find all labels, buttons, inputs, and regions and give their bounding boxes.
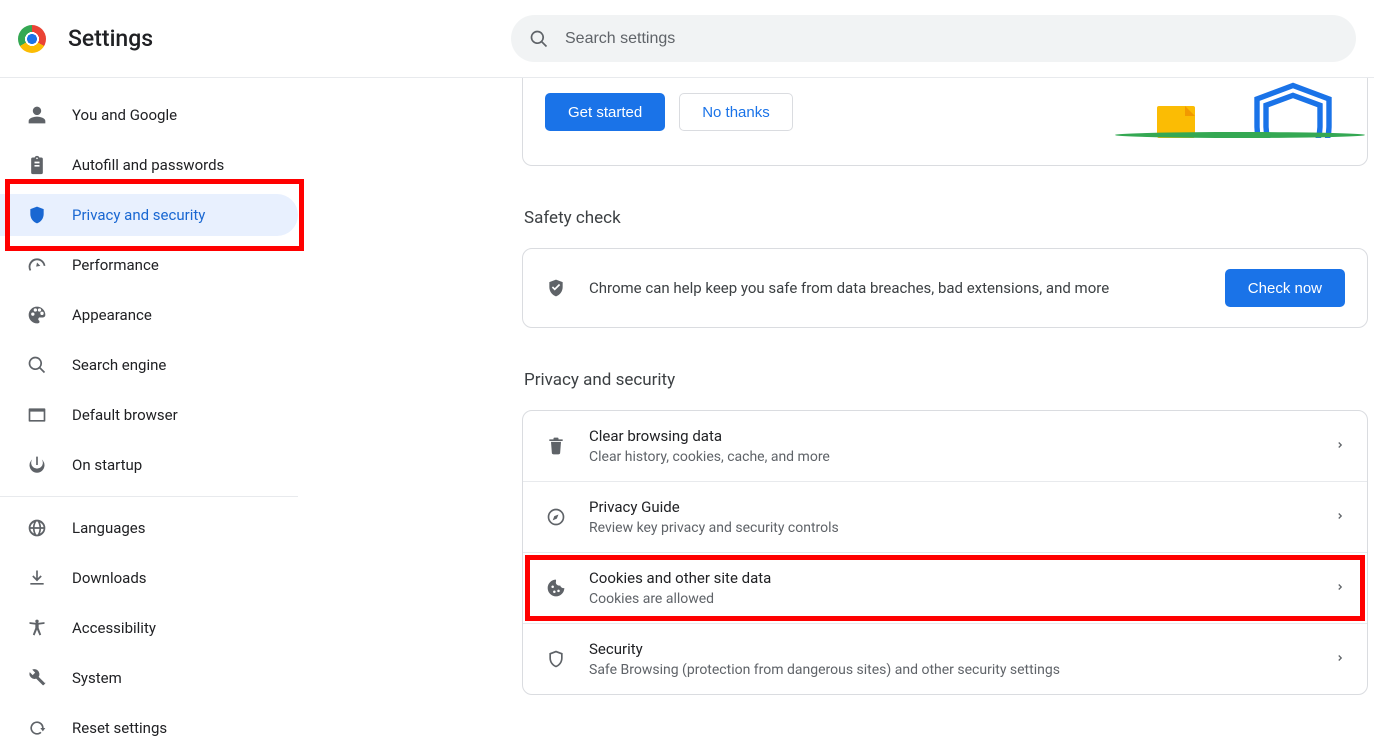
palette-icon <box>27 305 47 325</box>
get-started-button[interactable]: Get started <box>545 93 665 131</box>
sidebar-item-accessibility[interactable]: Accessibility <box>0 607 298 649</box>
row-texts: Cookies and other site data Cookies are a… <box>589 569 1313 607</box>
trash-icon <box>545 435 567 457</box>
promo-illustration <box>1135 78 1345 138</box>
settings-row-privacy-guide[interactable]: Privacy Guide Review key privacy and secu… <box>523 481 1367 552</box>
privacy-security-list: Clear browsing data Clear history, cookie… <box>522 410 1368 695</box>
compass-icon <box>545 506 567 528</box>
row-subtitle: Clear history, cookies, cache, and more <box>589 449 1313 465</box>
shield-outline-icon <box>545 648 567 670</box>
browser-icon <box>27 405 47 425</box>
sidebar-item-label: Downloads <box>72 569 147 587</box>
header: Settings <box>0 0 1374 78</box>
person-icon <box>27 105 47 125</box>
safety-check-text: Chrome can help keep you safe from data … <box>589 279 1203 297</box>
sidebar-item-label: Appearance <box>72 306 152 324</box>
sidebar-item-label: Privacy and security <box>72 206 205 224</box>
sidebar-item-label: Accessibility <box>72 619 156 637</box>
restore-icon <box>27 718 47 738</box>
search-icon <box>27 355 47 375</box>
sidebar-item-label: You and Google <box>72 106 177 124</box>
row-title: Cookies and other site data <box>589 569 1313 587</box>
sidebar-item-label: On startup <box>72 456 142 474</box>
privacy-security-heading: Privacy and security <box>524 370 1368 390</box>
sidebar-divider <box>0 496 298 497</box>
sidebar-item-system[interactable]: System <box>0 657 298 699</box>
row-title: Privacy Guide <box>589 498 1313 516</box>
shield-check-icon <box>545 277 567 299</box>
sidebar-item-label: Reset settings <box>72 719 167 737</box>
row-texts: Privacy Guide Review key privacy and secu… <box>589 498 1313 536</box>
row-subtitle: Safe Browsing (protection from dangerous… <box>589 662 1313 678</box>
sidebar-item-you-and-google[interactable]: You and Google <box>0 94 298 136</box>
row-subtitle: Review key privacy and security controls <box>589 520 1313 536</box>
settings-sidebar: You and Google Autofill and passwords Priv… <box>0 78 298 743</box>
safety-check-card: Chrome can help keep you safe from data … <box>522 248 1368 328</box>
sidebar-item-default-browser[interactable]: Default browser <box>0 394 298 436</box>
clipboard-icon <box>27 155 47 175</box>
sidebar-item-on-startup[interactable]: On startup <box>0 444 298 486</box>
row-subtitle: Cookies are allowed <box>589 591 1313 607</box>
sidebar-item-label: Default browser <box>72 406 178 424</box>
download-icon <box>27 568 47 588</box>
sidebar-item-label: Autofill and passwords <box>72 156 224 174</box>
sidebar-item-search-engine[interactable]: Search engine <box>0 344 298 386</box>
sidebar-item-privacy-and-security[interactable]: Privacy and security <box>0 194 298 236</box>
chrome-logo-icon <box>18 25 46 53</box>
safety-check-heading: Safety check <box>524 208 1368 228</box>
wrench-icon <box>27 668 47 688</box>
sidebar-item-downloads[interactable]: Downloads <box>0 557 298 599</box>
sidebar-item-appearance[interactable]: Appearance <box>0 294 298 336</box>
sidebar-item-label: Search engine <box>72 356 166 374</box>
settings-row-clear-browsing-data[interactable]: Clear browsing data Clear history, cookie… <box>523 411 1367 481</box>
chevron-right-icon <box>1335 508 1345 527</box>
chevron-right-icon <box>1335 579 1345 598</box>
speedometer-icon <box>27 255 47 275</box>
sidebar-item-label: Performance <box>72 256 159 274</box>
sidebar-item-label: System <box>72 669 122 687</box>
sidebar-item-reset[interactable]: Reset settings <box>0 707 298 743</box>
settings-row-cookies[interactable]: Cookies and other site data Cookies are a… <box>523 552 1367 623</box>
no-thanks-button[interactable]: No thanks <box>679 93 793 131</box>
settings-row-security[interactable]: Security Safe Browsing (protection from d… <box>523 623 1367 694</box>
main-content: Get started No thanks Safety check Chrom… <box>298 78 1374 743</box>
row-title: Security <box>589 640 1313 658</box>
row-texts: Clear browsing data Clear history, cookie… <box>589 427 1313 465</box>
cookie-icon <box>545 577 567 599</box>
row-title: Clear browsing data <box>589 427 1313 445</box>
privacy-guide-promo-card: Get started No thanks <box>522 78 1368 166</box>
globe-icon <box>27 518 47 538</box>
sidebar-item-languages[interactable]: Languages <box>0 507 298 549</box>
shield-icon <box>27 205 47 225</box>
search-icon <box>529 29 549 49</box>
check-now-button[interactable]: Check now <box>1225 269 1345 307</box>
sidebar-item-label: Languages <box>72 519 146 537</box>
power-icon <box>27 455 47 475</box>
page-title: Settings <box>68 25 153 52</box>
row-texts: Security Safe Browsing (protection from d… <box>589 640 1313 678</box>
search-settings-field[interactable] <box>511 15 1356 62</box>
chevron-right-icon <box>1335 650 1345 669</box>
accessibility-icon <box>27 618 47 638</box>
search-input[interactable] <box>565 30 1338 48</box>
chevron-right-icon <box>1335 437 1345 456</box>
